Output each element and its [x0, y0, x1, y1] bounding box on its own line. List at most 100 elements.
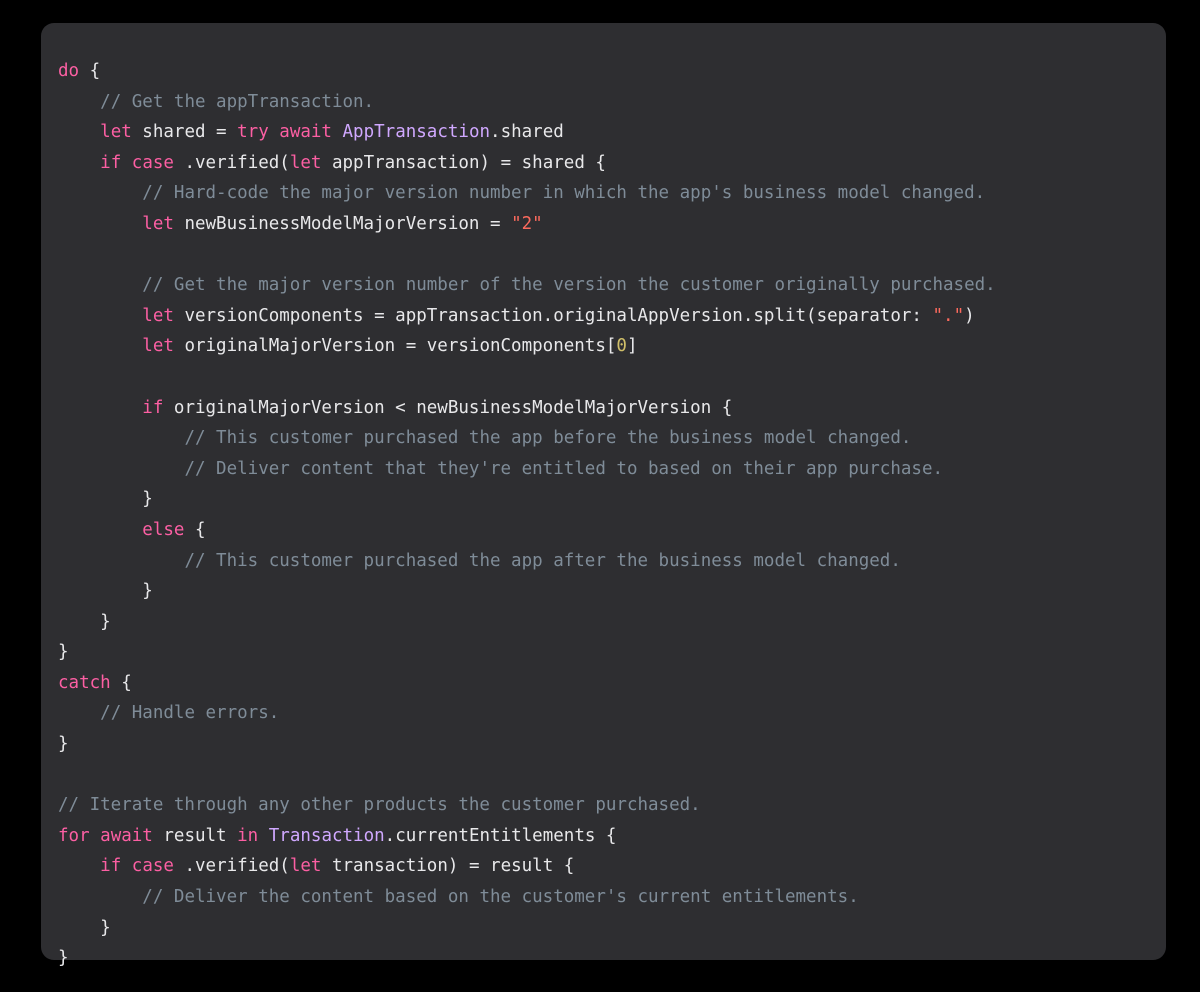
code-token-plain: }	[58, 642, 69, 663]
code-token-keyword: do	[58, 61, 80, 81]
code-token-plain: }	[58, 734, 69, 755]
code-token-comment: // This customer purchased the app befor…	[184, 428, 912, 449]
code-token-keyword: let	[142, 305, 174, 326]
code-token-plain: }	[58, 611, 111, 632]
code-token-keyword: in	[237, 825, 259, 846]
code-token-plain: transaction) = result {	[321, 856, 575, 877]
code-token-keyword: if	[142, 397, 164, 418]
code-token-plain: originalMajorVersion = versionComponents…	[173, 336, 617, 357]
code-token-keyword: let	[289, 856, 322, 877]
code-token-comment: // Deliver the content based on the cust…	[142, 887, 859, 908]
code-token-type: Transaction	[268, 825, 385, 846]
code-line: }	[58, 637, 1166, 668]
code-token-plain: .currentEntitlements {	[384, 825, 617, 846]
code-token-plain: {	[79, 61, 101, 81]
code-token-plain: {	[110, 672, 132, 693]
code-line: // Hard-code the major version number in…	[58, 178, 1166, 209]
code-line: let newBusinessModelMajorVersion = "2"	[58, 209, 1166, 240]
code-line: // Get the appTransaction.	[58, 87, 1166, 118]
code-token-number: 0	[616, 336, 627, 357]
code-token-plain: .verified(	[173, 856, 290, 877]
code-line: }	[58, 607, 1166, 638]
code-token-keyword: await	[100, 825, 153, 846]
code-token-keyword: let	[142, 336, 174, 357]
code-token-keyword: if	[100, 152, 122, 173]
code-token-comment: // Deliver content that they're entitled…	[184, 458, 944, 479]
code-line: let versionComponents = appTransaction.o…	[58, 301, 1166, 332]
code-token-comment: // Get the major version number of the v…	[142, 275, 996, 296]
code-line: // Iterate through any other products th…	[58, 790, 1166, 821]
code-line: let shared = try await AppTransaction.sh…	[58, 117, 1166, 148]
code-line: do {	[58, 56, 1166, 87]
code-token-string: "2"	[511, 213, 543, 234]
code-token-plain: .shared	[490, 122, 564, 143]
code-line: // This customer purchased the app befor…	[58, 423, 1166, 454]
code-token-keyword: for	[58, 825, 90, 846]
code-token-string: "."	[932, 305, 965, 326]
code-token-keyword: let	[100, 122, 132, 143]
code-line: for await result in Transaction.currentE…	[58, 821, 1166, 852]
code-token-keyword: case	[131, 856, 174, 877]
code-line: }	[58, 576, 1166, 607]
code-line: ​	[58, 362, 1166, 393]
code-token-plain: appTransaction) = shared {	[321, 152, 606, 173]
code-token-keyword: if	[100, 856, 122, 877]
code-snippet-card: do { // Get the appTransaction. let shar…	[41, 23, 1166, 968]
code-token-plain: .verified(	[173, 152, 290, 173]
code-line: }	[58, 484, 1166, 515]
code-token-comment: // Hard-code the major version number in…	[142, 183, 986, 204]
code-line: }	[58, 943, 1166, 974]
code-token-comment: // Iterate through any other products th…	[58, 795, 701, 816]
code-line: }	[58, 729, 1166, 760]
code-token-keyword: case	[131, 152, 174, 173]
code-line: if case .verified(let appTransaction) = …	[58, 148, 1166, 179]
code-line: let originalMajorVersion = versionCompon…	[58, 331, 1166, 362]
code-line: catch {	[58, 668, 1166, 699]
code-token-plain: ]	[626, 336, 638, 357]
code-token-keyword: else	[142, 519, 185, 540]
code-token-keyword: let	[142, 213, 174, 234]
code-token-plain: )	[964, 305, 975, 326]
code-token-comment: // This customer purchased the app after…	[184, 550, 901, 571]
code-line: // Handle errors.	[58, 698, 1166, 729]
code-token-plain: result	[152, 825, 238, 846]
code-token-comment: // Handle errors.	[100, 703, 280, 724]
code-line: // This customer purchased the app after…	[58, 546, 1166, 577]
code-token-keyword: try	[237, 122, 269, 143]
code-token-plain: versionComponents = appTransaction.origi…	[173, 305, 933, 326]
code-block[interactable]: do { // Get the appTransaction. let shar…	[58, 56, 1166, 974]
code-line: else {	[58, 515, 1166, 546]
code-token-plain: }	[58, 489, 153, 510]
code-line: // Deliver content that they're entitled…	[58, 454, 1166, 485]
code-token-plain: {	[184, 519, 206, 540]
code-line: if case .verified(let transaction) = res…	[58, 851, 1166, 882]
code-token-plain: shared =	[131, 122, 238, 143]
code-token-plain: }	[58, 917, 111, 938]
code-token-plain: originalMajorVersion < newBusinessModelM…	[163, 397, 733, 418]
code-line: ​	[58, 760, 1166, 791]
code-token-plain: newBusinessModelMajorVersion =	[173, 213, 512, 234]
code-token-keyword: let	[289, 152, 322, 173]
code-line: }	[58, 913, 1166, 944]
code-token-comment: // Get the appTransaction.	[100, 91, 375, 112]
code-line: if originalMajorVersion < newBusinessMod…	[58, 393, 1166, 424]
